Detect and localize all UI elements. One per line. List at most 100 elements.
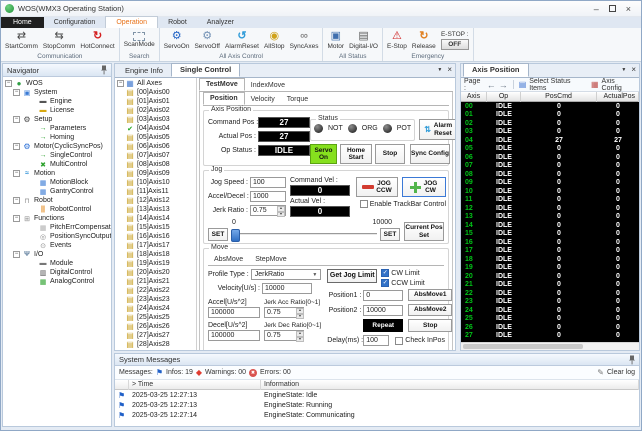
message-row[interactable]: ⚑ 2025-03-25 12:27:13 EngineState: Idle bbox=[115, 390, 639, 400]
tab-velocity[interactable]: Velocity bbox=[245, 94, 281, 105]
jog-speed-input[interactable] bbox=[250, 177, 286, 189]
move-stop-button[interactable]: Stop bbox=[408, 319, 453, 333]
position2-input[interactable] bbox=[363, 304, 404, 316]
col-op[interactable]: Op bbox=[487, 92, 521, 103]
delay-input[interactable] bbox=[363, 335, 390, 347]
axis-list-item[interactable]: [06]Axis06 bbox=[115, 142, 196, 151]
get-jog-limit-button[interactable]: Get Jog Limit bbox=[327, 269, 378, 284]
col-actualpos[interactable]: ActualPos bbox=[597, 92, 639, 103]
axis-list-item[interactable]: [23]Axis23 bbox=[115, 295, 196, 304]
tab-axis-position[interactable]: Axis Position bbox=[463, 63, 529, 78]
axis-list-item[interactable]: [10]Axis10 bbox=[115, 178, 196, 187]
syncaxes-button[interactable]: ∞ SyncAxes bbox=[288, 29, 321, 50]
axis-table-row[interactable]: 03 IDLE 0 0 bbox=[461, 128, 639, 137]
tree-expander-icon[interactable] bbox=[13, 89, 20, 97]
digital-io-button[interactable]: ▤ Digital-I/O bbox=[347, 29, 380, 50]
errors-count[interactable]: Errors: 00 bbox=[260, 369, 291, 376]
axis-table-row[interactable]: 05 IDLE 0 0 bbox=[461, 145, 639, 154]
repeat-button[interactable]: Repeat bbox=[363, 319, 404, 333]
axis-list-item[interactable]: [21]Axis21 bbox=[115, 277, 196, 286]
axis-list-item[interactable]: [14]Axis14 bbox=[115, 214, 196, 223]
navigator-tree-item[interactable]: GantryControl bbox=[3, 187, 111, 196]
minimize-button[interactable]: – bbox=[594, 4, 599, 14]
tab-configuration[interactable]: Configuration bbox=[44, 17, 106, 28]
startcomm-button[interactable]: ⇄ StartComm bbox=[3, 29, 40, 50]
scanmode-button[interactable]: ScanMode bbox=[122, 29, 157, 48]
infos-count[interactable]: Infos: 19 bbox=[166, 369, 193, 376]
axis-list-item[interactable]: [09]Axis09 bbox=[115, 169, 196, 178]
axis-table-row[interactable]: 00 IDLE 0 0 bbox=[461, 102, 639, 111]
home-start-button[interactable]: Home Start bbox=[340, 144, 372, 165]
set-left-button[interactable]: SET bbox=[208, 228, 228, 242]
col-time[interactable]: > Time bbox=[129, 380, 261, 391]
axis-table-row[interactable]: 13 IDLE 0 0 bbox=[461, 213, 639, 222]
navigator-tree-item[interactable]: Engine bbox=[3, 97, 111, 106]
accel-input[interactable] bbox=[208, 307, 260, 319]
tab-absmove[interactable]: AbsMove bbox=[208, 255, 249, 265]
navigator-tree-item[interactable]: License bbox=[3, 106, 111, 115]
absmove1-button[interactable]: AbsMove1 bbox=[408, 289, 453, 302]
tree-expander-icon[interactable] bbox=[13, 197, 20, 205]
axis-config-button[interactable]: Axis Config bbox=[602, 78, 636, 92]
axis-list-item[interactable]: [11]Axis11 bbox=[115, 187, 196, 196]
navigator-tree-item[interactable]: Setup bbox=[3, 115, 111, 124]
axis-table-row[interactable]: 09 IDLE 0 0 bbox=[461, 179, 639, 188]
axis-list-item[interactable]: [25]Axis25 bbox=[115, 313, 196, 322]
axis-list-item[interactable]: [07]Axis07 bbox=[115, 151, 196, 160]
jerk-ratio-spinner[interactable]: ▲ ▼ bbox=[277, 206, 285, 218]
tree-expander-icon[interactable] bbox=[13, 116, 20, 124]
navigator-tree-item[interactable]: Events bbox=[3, 241, 111, 250]
axis-table-row[interactable]: 18 IDLE 0 0 bbox=[461, 255, 639, 264]
axis-table-row[interactable]: 25 IDLE 0 0 bbox=[461, 315, 639, 324]
navigator-tree-item[interactable]: Parameters bbox=[3, 124, 111, 133]
current-pos-set-button[interactable]: Current Pos Set bbox=[404, 222, 444, 242]
tab-indexmove[interactable]: IndexMove bbox=[245, 80, 291, 91]
cw-limit-checkbox[interactable] bbox=[381, 269, 390, 278]
navigator-tree-item[interactable]: PositionSyncOutput bbox=[3, 232, 111, 241]
position1-input[interactable] bbox=[363, 289, 404, 301]
hscroll-thumb[interactable] bbox=[463, 344, 583, 350]
slider-thumb[interactable] bbox=[231, 229, 240, 243]
decel-input[interactable] bbox=[208, 330, 260, 342]
message-row[interactable]: ⚑ 2025-03-25 12:27:14 EngineState: Commu… bbox=[115, 410, 639, 420]
axis-table-row[interactable]: 23 IDLE 0 0 bbox=[461, 298, 639, 307]
sync-config-button[interactable]: Sync Config bbox=[410, 144, 450, 165]
servooff-button[interactable]: ⚙ ServoOff bbox=[192, 29, 222, 50]
col-axis[interactable]: Axis bbox=[461, 92, 487, 103]
tab-testmove[interactable]: TestMove bbox=[199, 78, 245, 92]
jog-cw-button[interactable]: JOG CW bbox=[402, 177, 446, 198]
clear-log-button[interactable]: Clear log bbox=[607, 369, 635, 376]
axis-table-row[interactable]: 12 IDLE 0 0 bbox=[461, 204, 639, 213]
axis-table-row[interactable]: 26 IDLE 0 0 bbox=[461, 323, 639, 332]
jog-ccw-button[interactable]: JOG CCW bbox=[356, 177, 398, 198]
navigator-tree-item[interactable]: Homing bbox=[3, 133, 111, 142]
axis-list-item[interactable]: [28]Axis28 bbox=[115, 340, 196, 349]
navigator-tree-item[interactable]: Module bbox=[3, 259, 111, 268]
navigator-tree-item[interactable]: MultiControl bbox=[3, 160, 111, 169]
axis-list-item[interactable]: [03]Axis03 bbox=[115, 115, 196, 124]
tab-list-dropdown-icon[interactable]: ▼ bbox=[437, 67, 442, 73]
axis-list-item[interactable]: [17]Axis17 bbox=[115, 241, 196, 250]
axis-table-row[interactable]: 16 IDLE 0 0 bbox=[461, 238, 639, 247]
navigator-tree-item[interactable]: I/O bbox=[3, 250, 111, 259]
tab-position[interactable]: Position bbox=[203, 92, 245, 106]
message-row[interactable]: ⚑ 2025-03-25 12:27:13 EngineState: Runni… bbox=[115, 400, 639, 410]
servoon-button[interactable]: ⚙ ServoOn bbox=[162, 29, 192, 50]
messages-pin-icon[interactable] bbox=[629, 355, 635, 365]
tab-close-icon[interactable]: × bbox=[447, 66, 452, 74]
select-status-items-button[interactable]: Select Status Items bbox=[529, 78, 588, 92]
navigator-tree-item[interactable]: Functions bbox=[3, 214, 111, 223]
axis-list-item[interactable]: [18]Axis18 bbox=[115, 250, 196, 259]
navigator-tree-item[interactable]: MotionBlock bbox=[3, 178, 111, 187]
navigator-tree-item[interactable]: RobotControl bbox=[3, 205, 111, 214]
alarm-reset-button[interactable]: ⇅ Alarm Reset bbox=[419, 119, 455, 141]
axis-list-item[interactable]: [24]Axis24 bbox=[115, 304, 196, 313]
release-button[interactable]: ↻ Release bbox=[410, 29, 438, 50]
axis-table-row[interactable]: 27 IDLE 0 0 bbox=[461, 332, 639, 341]
axis-list-item[interactable]: [01]Axis01 bbox=[115, 97, 196, 106]
axis-table-row[interactable]: 02 IDLE 0 0 bbox=[461, 119, 639, 128]
tree-expander-icon[interactable] bbox=[13, 143, 20, 151]
axis-table-row[interactable]: 06 IDLE 0 0 bbox=[461, 153, 639, 162]
axis-panel-close-icon[interactable]: × bbox=[631, 66, 636, 74]
axis-table-row[interactable]: 08 IDLE 0 0 bbox=[461, 170, 639, 179]
